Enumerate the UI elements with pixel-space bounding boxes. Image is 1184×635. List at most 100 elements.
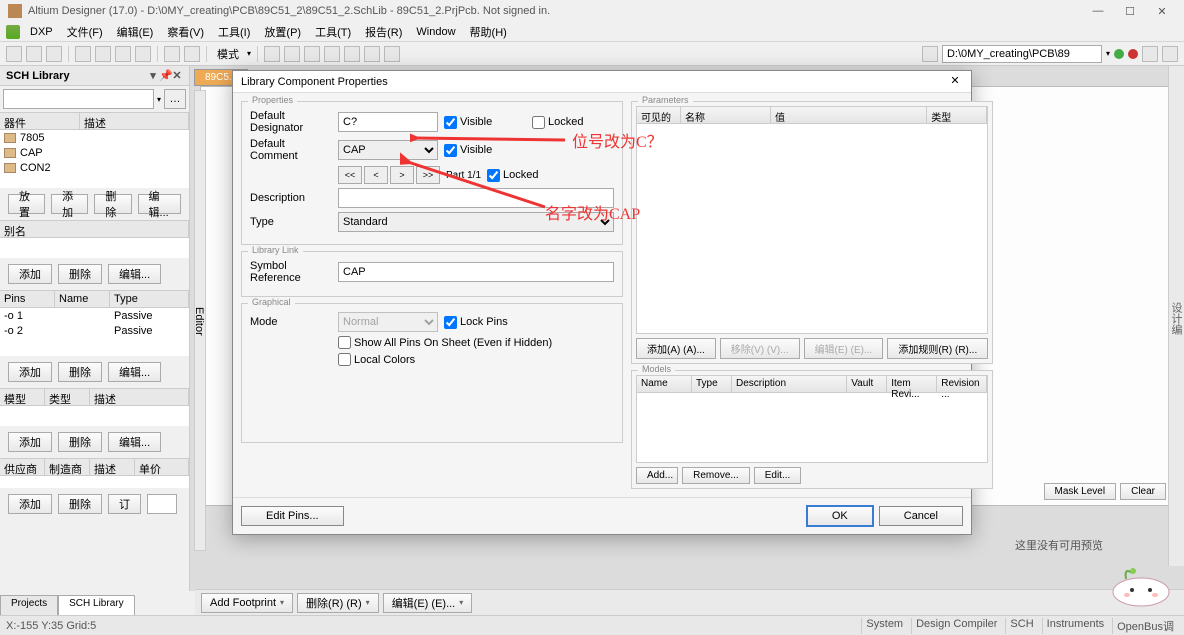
col-param-value[interactable]: 值 <box>771 107 927 123</box>
model-add-button[interactable]: 添加 <box>8 432 52 452</box>
tb-icon-c[interactable] <box>304 46 320 62</box>
col-model-type[interactable]: Type <box>692 376 732 392</box>
part-last-button[interactable]: >> <box>416 166 440 184</box>
show-all-pins-check[interactable] <box>338 336 351 349</box>
panel-pin-icon[interactable]: 📌 <box>159 70 171 82</box>
col-model-rev[interactable]: Revision ... <box>937 376 987 392</box>
tb-home-icon[interactable] <box>1142 46 1158 62</box>
model-edit-button[interactable]: Edit... <box>754 467 802 484</box>
delete-button[interactable]: 删除 <box>94 194 131 214</box>
col-modeltype[interactable]: 类型 <box>45 389 90 405</box>
col-component[interactable]: 器件 <box>0 113 80 129</box>
sup-delete-button[interactable]: 删除 <box>58 494 102 514</box>
component-row[interactable]: 7805 <box>0 130 189 145</box>
status-instruments[interactable]: Instruments <box>1042 618 1108 634</box>
path-input[interactable] <box>942 45 1102 63</box>
type-select[interactable]: Standard <box>338 212 614 232</box>
maximize-button[interactable]: ☐ <box>1116 2 1144 20</box>
search-button[interactable]: … <box>164 89 186 109</box>
model-delete-button[interactable]: 删除 <box>58 432 102 452</box>
tb-icon-d[interactable] <box>324 46 340 62</box>
designator-locked-check[interactable] <box>532 116 545 129</box>
sup-qty-stepper[interactable] <box>147 494 177 514</box>
status-sch[interactable]: SCH <box>1005 618 1037 634</box>
col-supplier[interactable]: 供应商 <box>0 459 45 475</box>
tb-zoom-icon[interactable] <box>75 46 91 62</box>
right-side-tab[interactable]: 设计编 <box>1168 66 1184 566</box>
menu-view[interactable]: 察看(V) <box>161 22 210 42</box>
sup-order-button[interactable]: 订 <box>108 494 141 514</box>
add-button[interactable]: 添加 <box>51 194 88 214</box>
pin-row[interactable]: -o 2Passive <box>0 323 189 338</box>
comment-input[interactable]: CAP <box>338 140 438 160</box>
col-param-name[interactable]: 名称 <box>681 107 771 123</box>
panel-dropdown-icon[interactable]: ▾ <box>147 70 159 82</box>
symbol-ref-input[interactable] <box>338 262 614 282</box>
status-design-compiler[interactable]: Design Compiler <box>911 618 1001 634</box>
col-pins[interactable]: Pins <box>0 291 55 307</box>
pin-delete-button[interactable]: 删除 <box>58 362 102 382</box>
tab-projects[interactable]: Projects <box>0 595 58 615</box>
menu-window[interactable]: Window <box>410 24 461 40</box>
col-mfr[interactable]: 制造商 <box>45 459 90 475</box>
col-model-name[interactable]: Name <box>637 376 692 392</box>
edit-pins-button[interactable]: Edit Pins... <box>241 506 344 526</box>
lock-pins-check[interactable] <box>444 316 457 329</box>
pin-add-button[interactable]: 添加 <box>8 362 52 382</box>
model-table[interactable] <box>636 393 988 463</box>
part-next-button[interactable]: > <box>390 166 414 184</box>
menu-file[interactable]: 文件(F) <box>61 22 109 42</box>
tb-open-icon[interactable] <box>26 46 42 62</box>
footprint-edit-button[interactable]: 编辑(E) (E)... <box>383 593 473 613</box>
add-footprint-button[interactable]: Add Footprint <box>201 593 293 613</box>
model-add-button[interactable]: Add... <box>636 467 678 484</box>
col-model-itemrev[interactable]: Item Revi... <box>887 376 937 392</box>
library-search-input[interactable] <box>3 89 154 109</box>
model-remove-button[interactable]: Remove... <box>682 467 750 484</box>
col-price[interactable]: 单价 <box>135 459 189 475</box>
cancel-button[interactable]: Cancel <box>879 506 963 526</box>
col-model-vault[interactable]: Vault <box>847 376 887 392</box>
tb-icon-b[interactable] <box>284 46 300 62</box>
place-button[interactable]: 放置 <box>8 194 45 214</box>
close-button[interactable]: ✕ <box>1148 2 1176 20</box>
tb-icon-a[interactable] <box>264 46 280 62</box>
tb-new-icon[interactable] <box>6 46 22 62</box>
alias-add-button[interactable]: 添加 <box>8 264 52 284</box>
tb-cut-icon[interactable] <box>95 46 111 62</box>
param-addrule-button[interactable]: 添加规则(R) (R)... <box>887 338 988 359</box>
dialog-close-button[interactable]: ✕ <box>947 74 963 90</box>
alias-edit-button[interactable]: 编辑... <box>108 264 161 284</box>
tb-copy-icon[interactable] <box>115 46 131 62</box>
minimize-button[interactable]: — <box>1084 2 1112 20</box>
tb-help-icon[interactable] <box>1162 46 1178 62</box>
alias-delete-button[interactable]: 删除 <box>58 264 102 284</box>
local-colors-check[interactable] <box>338 353 351 366</box>
comment-visible-check[interactable] <box>444 144 457 157</box>
tb-folder-icon[interactable] <box>922 46 938 62</box>
col-type[interactable]: Type <box>110 291 189 307</box>
tb-undo-icon[interactable] <box>164 46 180 62</box>
col-param-type[interactable]: 类型 <box>927 107 987 123</box>
sup-add-button[interactable]: 添加 <box>8 494 52 514</box>
col-description[interactable]: 描述 <box>80 113 189 129</box>
menu-tools[interactable]: 工具(I) <box>212 22 256 42</box>
col-model-desc[interactable]: Description <box>732 376 847 392</box>
clear-button[interactable]: Clear <box>1120 483 1166 500</box>
tb-paste-icon[interactable] <box>135 46 151 62</box>
ok-button[interactable]: OK <box>807 506 873 526</box>
footprint-delete-button[interactable]: 删除(R) (R) <box>297 593 379 613</box>
menu-arrange[interactable]: 工具(T) <box>309 22 357 42</box>
tb-icon-e[interactable] <box>344 46 360 62</box>
parameter-table[interactable] <box>636 124 988 334</box>
menu-place[interactable]: 放置(P) <box>258 22 307 42</box>
tb-icon-g[interactable] <box>384 46 400 62</box>
col-model[interactable]: 模型 <box>0 389 45 405</box>
description-input[interactable] <box>338 188 614 208</box>
col-supdesc[interactable]: 描述 <box>90 459 135 475</box>
tb-mode-label[interactable]: 模式 <box>213 46 243 62</box>
panel-close-icon[interactable]: ✕ <box>171 70 183 82</box>
part-prev-button[interactable]: < <box>364 166 388 184</box>
col-alias[interactable]: 别名 <box>0 221 189 237</box>
status-system[interactable]: System <box>861 618 907 634</box>
